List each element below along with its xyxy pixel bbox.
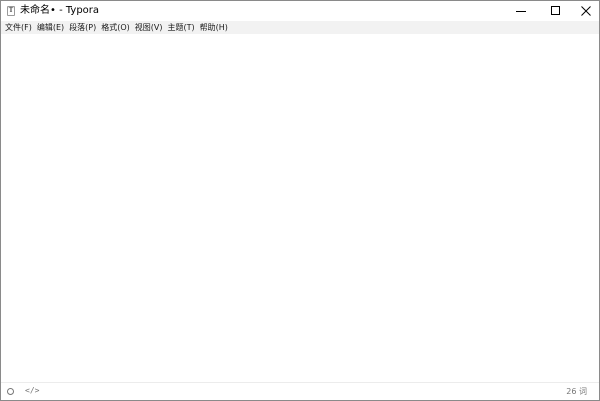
editor-area[interactable] xyxy=(1,34,599,382)
menu-edit[interactable]: 编辑(E) xyxy=(33,21,64,34)
typora-app-icon: T xyxy=(7,6,15,16)
title-bar[interactable]: T 未命名• - Typora xyxy=(1,1,599,21)
sidebar-toggle-icon[interactable] xyxy=(7,388,14,395)
menu-file[interactable]: 文件(F) xyxy=(1,21,32,34)
maximize-icon xyxy=(551,6,560,15)
typora-window: T 未命名• - Typora 文件(F) 编辑(E) 段落(P) 格式(O) … xyxy=(0,0,600,401)
close-button[interactable] xyxy=(571,1,599,21)
word-count[interactable]: 26 词 xyxy=(566,387,587,397)
minimize-icon xyxy=(516,11,526,12)
window-title: 未命名• - Typora xyxy=(20,5,100,16)
maximize-button[interactable] xyxy=(540,1,571,21)
menu-help[interactable]: 帮助(H) xyxy=(196,21,228,34)
close-icon xyxy=(581,6,591,16)
source-code-toggle-icon[interactable]: </> xyxy=(25,386,39,396)
status-bar: </> 26 词 xyxy=(1,382,599,400)
menu-paragraph[interactable]: 段落(P) xyxy=(65,21,96,34)
menu-view[interactable]: 视图(V) xyxy=(131,21,163,34)
menu-theme[interactable]: 主题(T) xyxy=(163,21,194,34)
minimize-button[interactable] xyxy=(506,1,537,21)
menu-format[interactable]: 格式(O) xyxy=(97,21,130,34)
menu-bar: 文件(F) 编辑(E) 段落(P) 格式(O) 视图(V) 主题(T) 帮助(H… xyxy=(1,21,599,34)
